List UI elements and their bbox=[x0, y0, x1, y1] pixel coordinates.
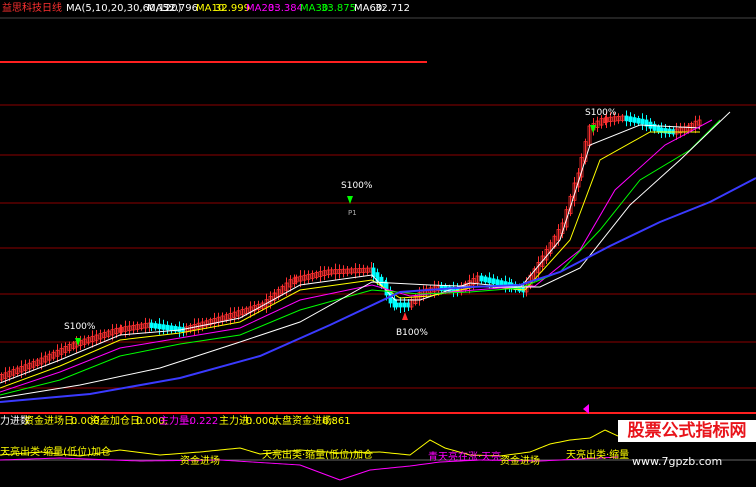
candle-body bbox=[161, 324, 166, 330]
chart-header: 益思科技日线 MA(5,10,20,30,60,120) MA5: 32.796… bbox=[0, 2, 756, 18]
candle-body bbox=[628, 116, 633, 123]
signal-label: 资金进场 bbox=[180, 456, 220, 467]
f5-value: 6.861 bbox=[322, 416, 351, 427]
candle-body bbox=[656, 126, 661, 133]
annotation-b100: B100% bbox=[396, 328, 428, 338]
candle-body bbox=[165, 324, 170, 331]
ma5-value: 32.796 bbox=[163, 3, 198, 14]
candle-body bbox=[667, 128, 672, 134]
annotation-s100-mid: S100% bbox=[341, 181, 373, 191]
candle-body bbox=[177, 326, 182, 332]
signal-label: 资金进场 bbox=[500, 456, 540, 467]
ma10-value: 32.999 bbox=[215, 3, 250, 14]
candle-body bbox=[487, 277, 492, 284]
signal-label: 青天亮在涨·天亮 bbox=[428, 452, 502, 463]
candle-body bbox=[479, 275, 484, 282]
candle-body bbox=[483, 276, 488, 283]
f1-label: 资金进场日: bbox=[24, 416, 78, 427]
ma20-value: 33.384 bbox=[268, 3, 303, 14]
signal-label: 天亮出类·缩量 bbox=[566, 450, 630, 461]
candle-body bbox=[153, 323, 158, 329]
signal-label: 天亮出类·缩量(低位)加仓 bbox=[262, 450, 373, 461]
stock-chart bbox=[0, 17, 756, 481]
ma30-value: 33.875 bbox=[321, 3, 356, 14]
candle-body bbox=[398, 302, 403, 308]
candle-body bbox=[636, 118, 641, 124]
annotation-s100-mid-sub: P1 bbox=[348, 209, 357, 217]
ma60-value: 32.712 bbox=[375, 3, 410, 14]
candle-body bbox=[394, 302, 399, 308]
watermark-url: www.7gpzb.com bbox=[632, 455, 723, 468]
candle-body bbox=[491, 278, 496, 285]
f3-value: -0.222 bbox=[186, 416, 219, 427]
buy-arrow bbox=[402, 312, 408, 320]
annotation-s100-left: S100% bbox=[64, 322, 96, 332]
ma10-line bbox=[0, 131, 700, 389]
annotation-s100-right: S100% bbox=[585, 108, 617, 118]
watermark-title: 股票公式指标网 bbox=[618, 420, 756, 442]
candle-body bbox=[632, 117, 637, 123]
candle-body bbox=[640, 118, 645, 125]
candle-body bbox=[169, 325, 174, 331]
signal-label: 天亮出类·缩量(低位)加仓 bbox=[0, 447, 111, 458]
candle-body bbox=[406, 302, 411, 308]
candle-body bbox=[157, 323, 162, 330]
candle-body bbox=[495, 279, 500, 286]
candle-body bbox=[402, 302, 407, 308]
candle-body bbox=[149, 322, 154, 328]
candle-body bbox=[624, 115, 629, 122]
ma30-line bbox=[0, 119, 721, 396]
stock-title: 益思科技日线 bbox=[2, 3, 62, 14]
ma20-line bbox=[0, 119, 713, 393]
